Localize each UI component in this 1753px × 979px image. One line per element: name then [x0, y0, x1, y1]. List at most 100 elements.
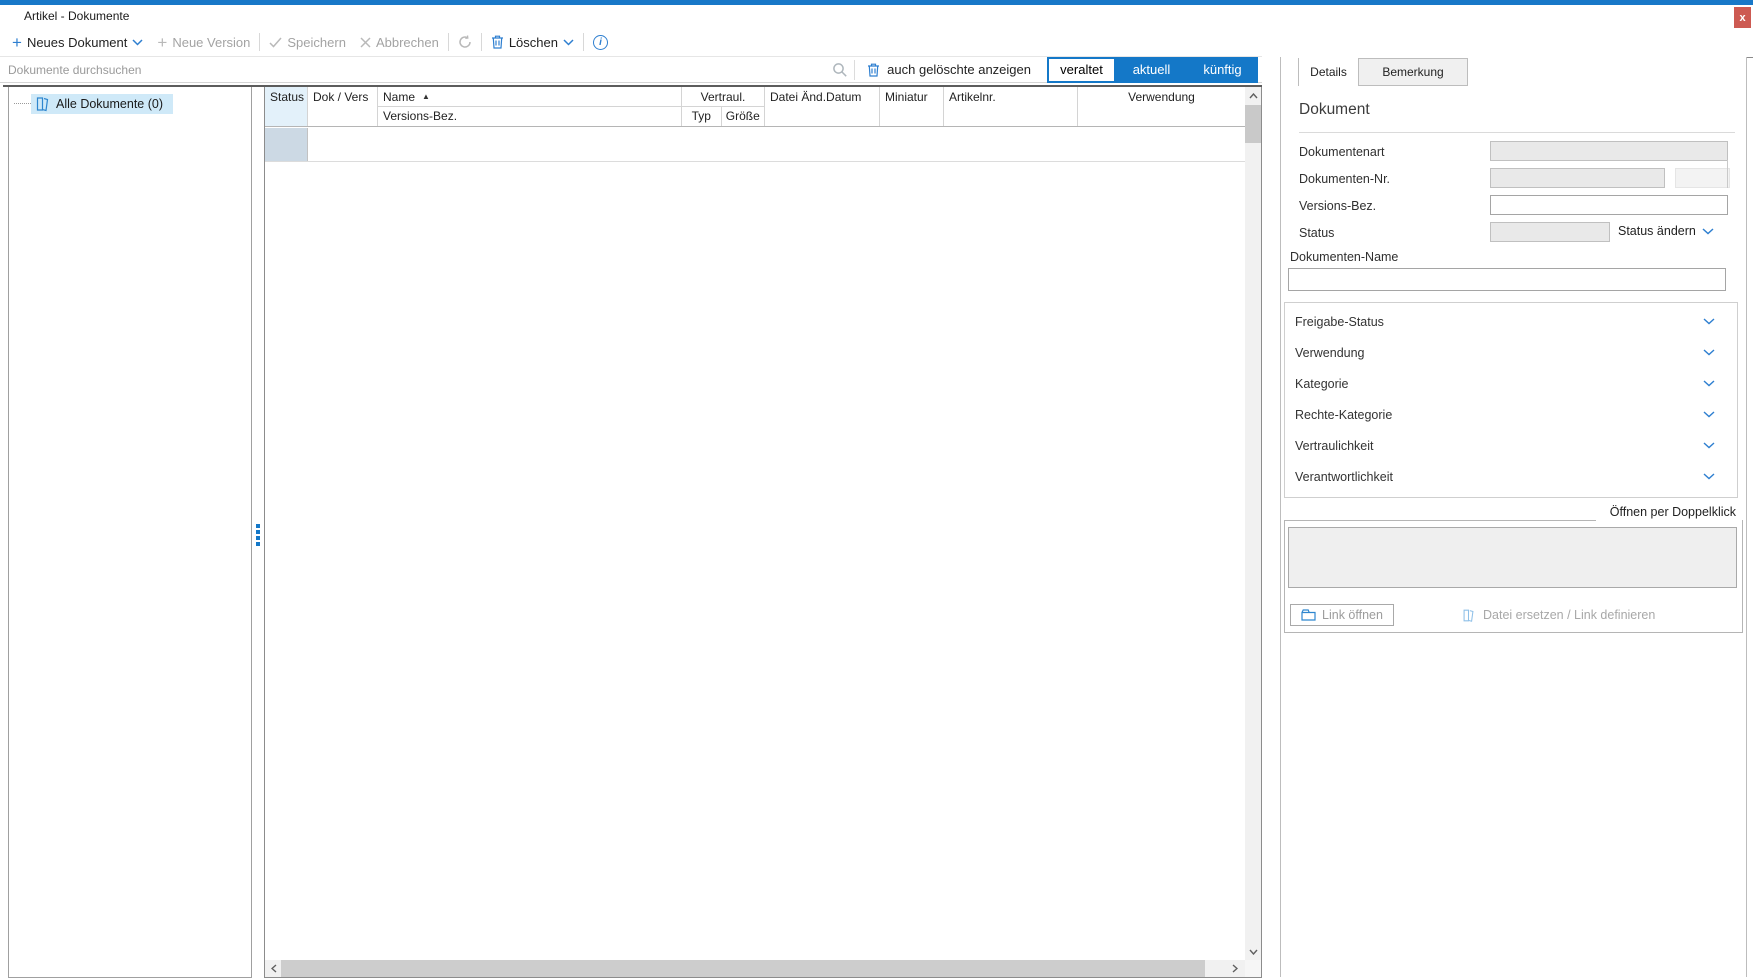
sort-ascending-icon: ▲	[422, 92, 430, 101]
check-icon	[269, 37, 282, 48]
scroll-left-arrow-icon[interactable]	[266, 960, 281, 977]
search-input[interactable]	[0, 57, 826, 82]
new-document-button[interactable]: + Neues Dokument	[5, 30, 150, 54]
cancel-button[interactable]: Abbrechen	[353, 30, 446, 54]
section-label: Vertraulichkeit	[1295, 439, 1374, 453]
plus-icon: +	[157, 34, 167, 51]
column-header-verwendung[interactable]: Verwendung	[1078, 87, 1245, 126]
section-vertraulichkeit[interactable]: Vertraulichkeit	[1285, 430, 1737, 461]
horizontal-scroll-thumb[interactable]	[281, 960, 1205, 977]
toolbar-separator	[448, 33, 449, 51]
dokumenten-nr-label: Dokumenten-Nr.	[1299, 172, 1390, 186]
section-verwendung[interactable]: Verwendung	[1285, 337, 1737, 368]
dokumenten-name-field[interactable]	[1288, 268, 1726, 291]
documents-icon	[34, 96, 51, 112]
splitter-dot	[256, 530, 260, 534]
column-header-datei-aend-datum[interactable]: Datei Änd.Datum	[765, 87, 880, 126]
section-kategorie[interactable]: Kategorie	[1285, 368, 1737, 399]
section-label: Verwendung	[1295, 346, 1365, 360]
document-tree-panel: Alle Dokumente (0)	[8, 87, 252, 978]
tab-details[interactable]: Details	[1298, 58, 1359, 86]
save-button[interactable]: Speichern	[262, 30, 353, 54]
column-header-versions-bez[interactable]: Versions-Bez.	[378, 107, 681, 126]
documents-icon	[1461, 608, 1476, 623]
tree-node-selected[interactable]: Alle Dokumente (0)	[31, 94, 173, 114]
status-field	[1490, 222, 1610, 242]
section-rechte-kategorie[interactable]: Rechte-Kategorie	[1285, 399, 1737, 430]
section-label: Verantwortlichkeit	[1295, 470, 1393, 484]
column-header-name[interactable]: Name▲	[378, 87, 682, 107]
refresh-button[interactable]	[451, 30, 479, 54]
column-header-artikelnr[interactable]: Artikelnr.	[944, 87, 1078, 126]
chevron-down-icon	[1703, 380, 1715, 387]
dokumenten-nr-field	[1490, 168, 1665, 188]
title-bar: Artikel - Dokumente x	[0, 5, 1753, 28]
new-document-label: Neues Dokument	[27, 35, 127, 50]
save-label: Speichern	[287, 35, 346, 50]
versions-bez-field[interactable]	[1490, 195, 1728, 215]
new-version-button[interactable]: + Neue Version	[150, 30, 257, 54]
filter-kuenftig[interactable]: künftig	[1187, 57, 1258, 83]
folder-icon	[1301, 609, 1316, 621]
details-panel: Details Bemerkung Dokument Dokumentenart…	[1280, 57, 1747, 977]
info-button[interactable]: i	[586, 30, 615, 54]
chevron-down-icon	[132, 39, 143, 46]
tree-root-item[interactable]: Alle Dokumente (0)	[14, 93, 173, 114]
column-header-typ[interactable]: Typ	[682, 107, 722, 126]
section-verantwortlichkeit[interactable]: Verantwortlichkeit	[1285, 461, 1737, 492]
row-status-cell	[265, 128, 308, 161]
vertical-scroll-thumb[interactable]	[1245, 105, 1261, 143]
horizontal-scrollbar[interactable]	[265, 960, 1245, 977]
section-freigabe-status[interactable]: Freigabe-Status	[1285, 306, 1737, 337]
column-header-status[interactable]: Status	[265, 87, 308, 126]
status-label: Status	[1299, 226, 1334, 240]
tree-connector-line	[14, 103, 31, 104]
splitter-dot	[256, 524, 260, 528]
delete-label: Löschen	[509, 35, 558, 50]
scroll-down-arrow-icon[interactable]	[1245, 944, 1261, 960]
open-target-field	[1288, 527, 1737, 588]
column-group-vertraul: Vertraul. Typ Größe	[682, 87, 765, 126]
column-group-name: Name▲ Versions-Bez.	[378, 87, 682, 126]
chevron-down-icon	[1703, 318, 1715, 325]
scrollbar-corner	[1245, 960, 1261, 977]
column-header-dok-vers[interactable]: Dok / Vers	[308, 87, 378, 126]
search-icon[interactable]	[826, 62, 854, 78]
chevron-down-icon	[1703, 349, 1715, 356]
open-on-doubleclick-group: Link öffnen Datei ersetzen / Link defini…	[1284, 520, 1743, 633]
dokumenten-nr-extra-field	[1675, 168, 1730, 188]
open-link-label: Link öffnen	[1322, 608, 1383, 622]
delete-button[interactable]: Löschen	[484, 30, 581, 54]
replace-file-button[interactable]: Datei ersetzen / Link definieren	[1461, 604, 1655, 626]
trash-icon	[491, 35, 504, 49]
status-filter-group: veraltet aktuell künftig	[1047, 57, 1258, 83]
column-header-vertraul[interactable]: Vertraul.	[682, 87, 765, 107]
toolbar-separator	[259, 33, 260, 51]
section-label: Freigabe-Status	[1295, 315, 1384, 329]
replace-file-label: Datei ersetzen / Link definieren	[1483, 608, 1655, 622]
filter-veraltet[interactable]: veraltet	[1047, 57, 1116, 83]
cancel-label: Abbrechen	[376, 35, 439, 50]
open-link-button[interactable]: Link öffnen	[1290, 604, 1394, 626]
splitter-handle[interactable]	[256, 524, 260, 546]
document-section-title: Dokument	[1299, 101, 1370, 119]
chevron-down-icon	[1703, 442, 1715, 449]
grid-new-item-row[interactable]	[265, 128, 1245, 162]
tab-bemerkung[interactable]: Bemerkung	[1359, 58, 1468, 86]
status-change-label: Status ändern	[1618, 224, 1696, 238]
column-subheader-row: Versions-Bez.	[378, 107, 682, 126]
attribute-sections: Freigabe-Status Verwendung Kategorie Rec…	[1284, 302, 1738, 498]
status-change-button[interactable]: Status ändern	[1618, 224, 1714, 238]
vertical-scrollbar[interactable]	[1245, 87, 1261, 961]
toolbar: + Neues Dokument + Neue Version Speicher…	[0, 28, 1753, 56]
details-tab-bar: Details Bemerkung	[1298, 58, 1468, 86]
chevron-down-icon	[1702, 228, 1714, 235]
show-deleted-toggle[interactable]: auch gelöschte anzeigen	[867, 62, 1031, 77]
close-button[interactable]: x	[1734, 7, 1751, 28]
scroll-right-arrow-icon[interactable]	[1227, 960, 1242, 977]
column-subheader-row: Typ Größe	[682, 107, 765, 126]
filter-aktuell[interactable]: aktuell	[1116, 57, 1187, 83]
column-header-miniatur[interactable]: Miniatur	[880, 87, 944, 126]
column-header-groesse[interactable]: Größe	[722, 107, 764, 126]
scroll-up-arrow-icon[interactable]	[1245, 88, 1261, 104]
